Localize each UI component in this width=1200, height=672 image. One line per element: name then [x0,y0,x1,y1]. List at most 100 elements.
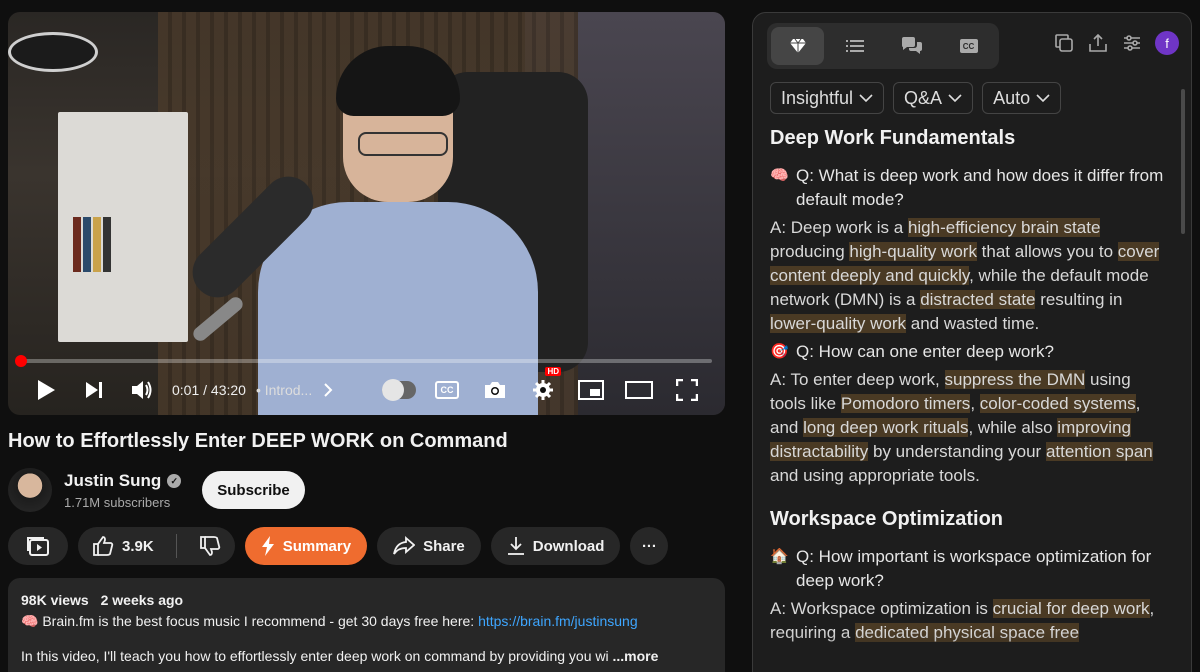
thumbs-up-icon [93,536,114,556]
question-emoji-icon: 🧠 [770,167,789,184]
section-title: Deep Work Fundamentals [770,127,1016,149]
more-link[interactable]: ...more [613,648,659,664]
panel-toolbar: CC f [767,23,1179,71]
tab-outline[interactable] [828,27,881,65]
tab-chat[interactable] [885,27,938,65]
playlist-icon [27,537,49,556]
download-label: Download [532,537,605,555]
download-icon [507,537,524,555]
next-icon[interactable] [72,373,116,407]
description-line-1: 🧠 Brain.fm is the best focus music I rec… [21,613,712,630]
highlighted-phrase[interactable]: high-efficiency brain state [907,218,1101,237]
panel-tools: f [1053,31,1179,55]
chevron-down-icon [948,93,962,102]
question-text: Q: How can one enter deep work? [796,342,1054,361]
highlighted-phrase[interactable]: distracted state [920,290,1036,309]
fullscreen-icon[interactable] [665,373,709,407]
description-text: 🧠 Brain.fm is the best focus music I rec… [21,613,479,629]
progress-bar[interactable] [15,355,712,367]
screenshot-icon[interactable] [473,373,517,407]
highlighted-phrase[interactable]: lower-quality work [770,314,907,333]
captions-icon[interactable]: CC [425,373,469,407]
summary-label: Summary [282,537,352,555]
highlighted-phrase[interactable]: color-coded systems [979,394,1136,413]
volume-icon[interactable] [120,373,164,407]
panel-scrollbar[interactable] [1181,89,1185,234]
upload-age: 2 weeks ago [100,592,184,608]
summary-options: Insightful Q&A Auto [770,82,1062,114]
video-frame-lamp [8,32,98,72]
save-to-playlist-button[interactable] [8,527,68,565]
question-emoji-icon: 🏠 [770,548,789,565]
summary-panel: CC f Insightful Q&A Auto Deep Work Funda… [752,12,1192,672]
hd-badge: HD [545,367,561,376]
question-emoji-icon: 🎯 [770,343,789,360]
section-title: Workspace Optimization [770,508,1004,530]
chevron-down-icon [1036,93,1050,102]
answer-text: resulting in [1035,290,1123,309]
copy-icon[interactable] [1053,32,1075,54]
transcript-icon: CC [959,39,978,53]
highlighted-phrase[interactable]: crucial for deep work [992,599,1150,618]
thumbs-down-icon [199,536,220,556]
view-count: 98K views [21,592,89,608]
answer-text: producing [770,242,850,261]
settings-icon[interactable]: HD [521,367,565,407]
tab-transcript[interactable]: CC [942,27,995,65]
like-button[interactable]: 3.9K [78,527,168,565]
channel-avatar[interactable] [8,468,52,512]
video-player[interactable]: 0:01 / 43:20 • Introd... CC HD [8,12,725,415]
highlighted-phrase[interactable]: attention span [1045,442,1153,461]
highlighted-phrase[interactable]: long deep work rituals [803,418,969,437]
subscriber-count: 1.71M subscribers [64,495,171,510]
download-button[interactable]: Download [490,527,621,565]
panel-tabs: CC [767,23,999,69]
description-text-2: In this video, I'll teach you how to eff… [21,648,609,664]
share-label: Share [423,537,465,555]
video-frame-bookshelf [58,112,188,342]
miniplayer-icon[interactable] [569,373,613,407]
question-text: Q: How important is workspace optimizati… [796,547,1152,590]
answer: A: To enter deep work, suppress the DMN … [770,368,1170,488]
dislike-button[interactable] [185,527,235,565]
style-dropdown-label: Insightful [781,87,854,108]
channel-name[interactable]: Justin Sung [64,471,161,491]
player-controls: 0:01 / 43:20 • Introd... CC HD [8,367,725,408]
format-dropdown-label: Q&A [904,87,943,108]
user-avatar[interactable]: f [1155,31,1179,55]
share-button[interactable]: Share [377,527,481,565]
progress-scrubber[interactable] [15,355,28,367]
highlighted-phrase[interactable]: suppress the DMN [944,370,1086,389]
summary-button[interactable]: Summary [244,527,368,565]
theater-mode-icon[interactable] [617,373,661,407]
chapter-label[interactable]: • Introd... [256,382,312,398]
question: 🏠 Q: How important is workspace optimizat… [770,545,1170,593]
share-icon [393,536,416,555]
tab-insights[interactable] [771,27,824,65]
style-dropdown[interactable]: Insightful [770,82,885,114]
subscribe-button[interactable]: Subscribe [202,471,305,509]
description-box[interactable]: 98K views 2 weeks ago 🧠 Brain.fm is the … [8,578,725,672]
question-text: Q: What is deep work and how does it dif… [796,166,1164,209]
format-dropdown[interactable]: Q&A [893,82,974,114]
export-icon[interactable] [1087,32,1109,54]
answer-text: and using appropriate tools. [770,466,980,485]
question: 🧠 Q: What is deep work and how does it di… [770,164,1170,212]
answer-text: A: To enter deep work, [770,370,945,389]
chat-bubbles-icon [901,37,922,54]
autoplay-toggle[interactable] [377,373,421,407]
brainfm-link[interactable]: https://brain.fm/justinsung [478,613,638,629]
more-actions-button[interactable]: ··· [630,527,669,565]
language-dropdown[interactable]: Auto [982,82,1062,114]
play-icon[interactable] [24,373,68,407]
chevron-right-icon[interactable] [316,373,340,407]
video-title: How to Effortlessly Enter DEEP WORK on C… [8,430,508,452]
answer-text: that allows you to [976,242,1118,261]
channel-name-wrap[interactable]: Justin Sung ✓ [64,471,182,491]
highlighted-phrase[interactable]: high-quality work [849,242,977,261]
settings-sliders-icon[interactable] [1121,32,1143,54]
highlighted-phrase[interactable]: Pomodoro timers [840,394,971,413]
chevron-down-icon [859,93,873,102]
verified-icon: ✓ [167,474,182,488]
answer-text: , while also [968,418,1058,437]
